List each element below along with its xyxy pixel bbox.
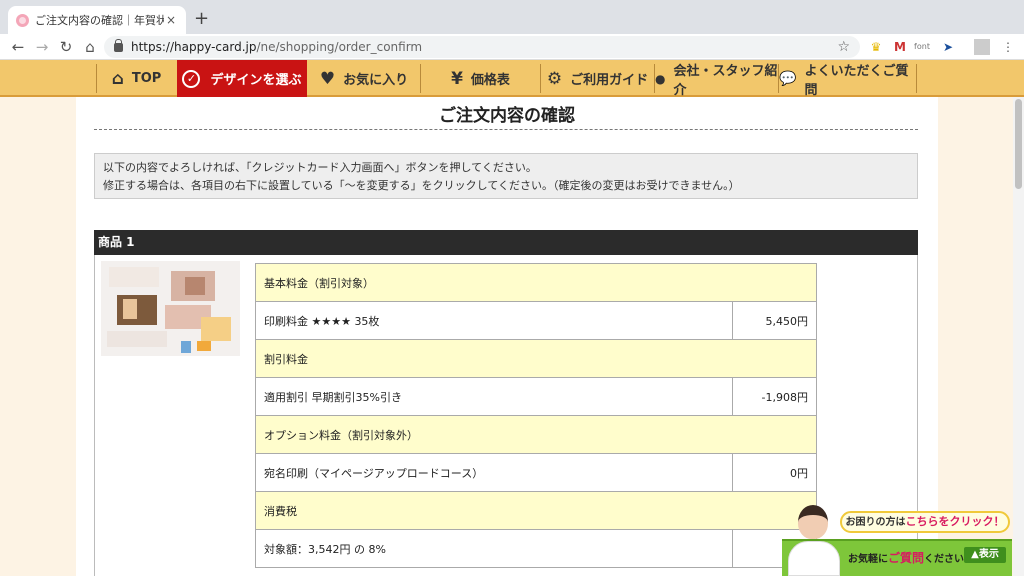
row-label: 宛名印刷（マイページアップロードコース）: [255, 453, 733, 492]
row-label: 適用割引 早期割引35%引き: [255, 377, 733, 416]
nav-company-label: 会社・スタッフ紹介: [673, 63, 778, 98]
help-bar-text: お気軽にご質問ください: [848, 551, 965, 565]
table-row: 割引料金: [255, 339, 817, 378]
table-row: 消費税: [255, 491, 817, 530]
nav-company[interactable]: ● 会社・スタッフ紹介: [654, 64, 778, 98]
help-widget[interactable]: お気軽にご質問ください ▲表示 お困りの方はこちらをクリック！: [782, 503, 1012, 576]
site-favicon-icon: [16, 13, 29, 27]
home-icon[interactable]: ⌂: [80, 37, 100, 57]
table-row: 対象額：3,542円 の 8% 2: [255, 529, 817, 568]
page-scrollbar[interactable]: [1013, 97, 1024, 576]
yen-icon: ¥: [451, 68, 463, 89]
nav-divider: [916, 64, 917, 93]
profile-avatar[interactable]: [974, 39, 990, 55]
nav-faq[interactable]: 💬 よくいただくご質問: [778, 64, 916, 98]
extension-crown-icon[interactable]: ♛: [868, 39, 884, 55]
row-label: 基本料金（割引対象）: [255, 263, 817, 302]
notice-line-2: 修正する場合は、各項目の右下に設置している「～を変更する」をクリックしてください…: [103, 179, 740, 192]
gmail-icon[interactable]: M: [892, 39, 908, 55]
help-bubble[interactable]: お困りの方はこちらをクリック！: [840, 511, 1010, 533]
gear-icon: ⚙: [546, 68, 563, 89]
extension-cursor-icon[interactable]: ➤: [940, 39, 956, 55]
title-divider: [94, 129, 918, 130]
nav-favorites[interactable]: ♥ お気に入り: [308, 64, 420, 93]
table-row: オプション料金（割引対象外）: [255, 415, 817, 454]
address-bar[interactable]: https://happy-card.jp/ne/shopping/order_…: [104, 36, 860, 58]
table-row: 宛名印刷（マイページアップロードコース） 0円: [255, 453, 817, 492]
extension-font-icon[interactable]: font: [914, 39, 930, 55]
row-label: 対象額：3,542円 の 8%: [255, 529, 733, 568]
help-show-button[interactable]: ▲表示: [964, 547, 1006, 563]
heart-icon: ♥: [319, 68, 336, 89]
tab-title: ご注文内容の確認｜年賀状印刷: [35, 14, 164, 27]
nav-guide-label: ご利用ガイド: [570, 73, 649, 88]
url-path: /ne/shopping/order_confirm: [256, 40, 423, 54]
browser-tab[interactable]: ご注文内容の確認｜年賀状印刷 ×: [8, 6, 186, 34]
check-circle-icon: ✓: [182, 69, 201, 88]
browser-toolbar: ← → ↻ ⌂ https://happy-card.jp/ne/shoppin…: [0, 34, 1024, 60]
scrollbar-thumb[interactable]: [1015, 99, 1022, 189]
notice-box: 以下の内容でよろしければ、「クレジットカード入力画面へ」ボタンを押してください。…: [94, 153, 918, 199]
tab-close-icon[interactable]: ×: [164, 13, 178, 27]
design-thumbnail: [101, 261, 240, 356]
row-label: オプション料金（割引対象外）: [255, 415, 817, 454]
row-amount: 0円: [732, 453, 817, 492]
new-tab-icon[interactable]: +: [194, 8, 209, 29]
row-label: 消費税: [255, 491, 817, 530]
product-section-header: 商品 1: [94, 230, 918, 255]
table-row: 印刷料金 ★★★★ 35枚 5,450円: [255, 301, 817, 340]
menu-kebab-icon[interactable]: ⋮: [1000, 39, 1016, 55]
table-row: 適用割引 早期割引35%引き -1,908円: [255, 377, 817, 416]
row-amount: -1,908円: [732, 377, 817, 416]
row-label: 割引料金: [255, 339, 817, 378]
nav-favorites-label: お気に入り: [343, 73, 409, 88]
row-amount: 5,450円: [732, 301, 817, 340]
nav-top[interactable]: ⌂ TOP: [96, 64, 176, 93]
reload-icon[interactable]: ↻: [56, 37, 76, 57]
nav-price[interactable]: ¥ 価格表: [420, 64, 540, 93]
site-navigation: ⌂ TOP ✓ デザインを選ぶ ♥ お気に入り ¥ 価格表 ⚙ ご利用ガイド ●…: [0, 60, 1024, 98]
person-icon: ●: [655, 71, 666, 86]
nav-faq-label: よくいただくご質問: [804, 63, 909, 98]
lock-icon: [114, 38, 123, 52]
browser-tab-bar: ご注文内容の確認｜年賀状印刷 × +: [0, 0, 1024, 34]
url-host: https://happy-card.jp: [131, 40, 257, 54]
nav-top-label: TOP: [131, 71, 162, 86]
nav-design-label: デザインを選ぶ: [210, 73, 302, 88]
price-table: 基本料金（割引対象） 印刷料金 ★★★★ 35枚 5,450円 割引料金 適用割…: [255, 263, 817, 568]
forward-arrow-icon[interactable]: →: [32, 37, 52, 57]
back-arrow-icon[interactable]: ←: [8, 37, 28, 57]
notice-line-1: 以下の内容でよろしければ、「クレジットカード入力画面へ」ボタンを押してください。: [103, 161, 537, 174]
chat-icon: 💬: [779, 70, 797, 87]
nav-guide[interactable]: ⚙ ご利用ガイド: [540, 64, 654, 93]
home-icon: ⌂: [111, 68, 124, 89]
support-staff-image: [784, 503, 846, 576]
nav-price-label: 価格表: [470, 73, 510, 88]
nav-design[interactable]: ✓ デザインを選ぶ: [177, 60, 307, 97]
table-row: 基本料金（割引対象）: [255, 263, 817, 302]
bookmark-star-icon[interactable]: ☆: [837, 39, 850, 55]
row-label: 印刷料金 ★★★★ 35枚: [255, 301, 733, 340]
page-title: ご注文内容の確認: [439, 106, 575, 126]
